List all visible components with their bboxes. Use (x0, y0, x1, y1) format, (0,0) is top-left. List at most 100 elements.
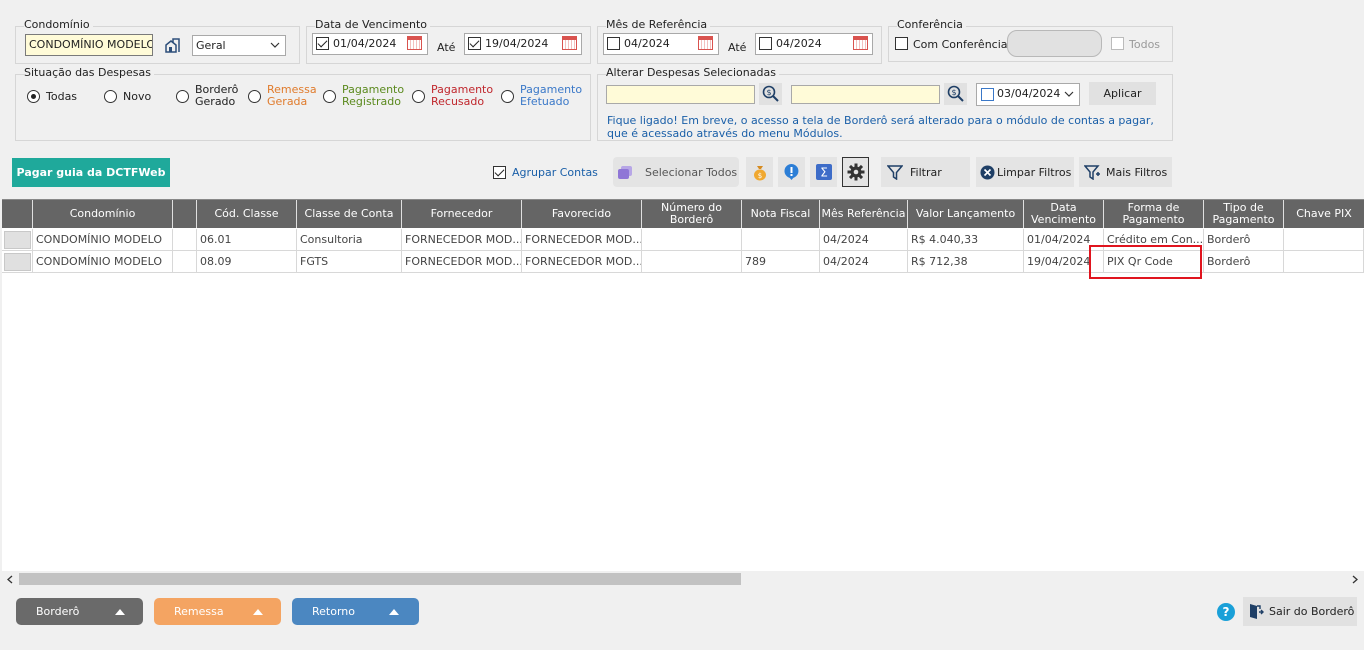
table-cell-spacer[interactable] (173, 229, 197, 251)
tipo-select[interactable]: Geral (192, 35, 286, 56)
table-cell-nf[interactable] (742, 229, 820, 251)
pagar-dctfweb-button[interactable]: Pagar guia da DCTFWeb (12, 158, 170, 187)
table-cell-mes[interactable]: 04/2024 (820, 229, 908, 251)
money-bag-button[interactable]: $ (746, 157, 773, 187)
situacao-radio-label-line2: Gerado (195, 95, 236, 108)
money-bag-icon: $ (753, 166, 766, 181)
table-cell-tipo[interactable]: Borderô (1204, 251, 1284, 273)
table-cell-bordero[interactable] (642, 229, 742, 251)
table-cell-valor[interactable]: R$ 4.040,33 (908, 229, 1024, 251)
table-cell-fornecedor[interactable]: FORNECEDOR MOD... (402, 251, 522, 273)
referencia-label: Mês de Referência (606, 18, 711, 31)
horizontal-scrollbar[interactable] (2, 571, 1364, 587)
calendar-icon[interactable] (698, 36, 713, 50)
alterar-date-checkbox[interactable] (981, 88, 994, 101)
table-cell-condominio[interactable]: CONDOMÍNIO MODELO (33, 251, 173, 273)
search-money-button[interactable]: $ (759, 83, 782, 105)
situacao-radio-label-line1: Todas (46, 90, 78, 103)
table-cell-pix[interactable] (1284, 229, 1364, 251)
todos-label: Todos (1129, 38, 1161, 51)
sair-bordero-button[interactable]: Sair do Borderô (1243, 597, 1357, 626)
notice-text-1: Fique ligado! Em breve, o acesso a tela … (607, 114, 1154, 127)
table-cell-favorecido[interactable]: FORNECEDOR MOD... (522, 229, 642, 251)
grid-header-tipo-pagamento[interactable]: Tipo de Pagamento (1204, 200, 1284, 228)
grid-header-forma-pagamento[interactable]: Forma de Pagamento (1104, 200, 1204, 228)
table-cell-spacer[interactable] (173, 251, 197, 273)
situacao-radio[interactable] (176, 90, 189, 103)
table-cell-classe[interactable]: FGTS (297, 251, 402, 273)
remessa-menu-button[interactable]: Remessa (154, 598, 281, 625)
search-money-button[interactable]: $ (944, 83, 967, 105)
table-cell-classe[interactable]: Consultoria (297, 229, 402, 251)
agrupar-contas-checkbox[interactable] (493, 166, 506, 179)
table-cell-nf[interactable]: 789 (742, 251, 820, 273)
table-cell-cod[interactable]: 08.09 (197, 251, 297, 273)
grid-header-classe-conta[interactable]: Classe de Conta (297, 200, 402, 228)
grid-header-cod-classe[interactable]: Cód. Classe (197, 200, 297, 228)
referencia-from-checkbox[interactable] (607, 37, 620, 50)
grid-header-favorecido[interactable]: Favorecido (522, 200, 642, 228)
chevron-up-icon (115, 609, 125, 615)
calendar-icon[interactable] (853, 36, 868, 50)
sum-icon: Σ (815, 164, 832, 180)
todos-checkbox[interactable] (1111, 37, 1124, 50)
mais-filtros-button[interactable]: Mais Filtros (1079, 157, 1172, 187)
table-cell-pix[interactable] (1284, 251, 1364, 273)
table-cell-cod[interactable]: 06.01 (197, 229, 297, 251)
situacao-radio[interactable] (104, 90, 117, 103)
alterar-field-1[interactable] (606, 85, 755, 104)
bordero-menu-button[interactable]: Borderô (16, 598, 143, 625)
alterar-field-2[interactable] (791, 85, 940, 104)
table-cell-mes[interactable]: 04/2024 (820, 251, 908, 273)
sum-button[interactable]: Σ (810, 157, 837, 187)
remessa-menu-label: Remessa (174, 605, 224, 618)
conferencia-input[interactable] (1007, 30, 1102, 57)
situacao-radio-label: Pagamento Efetuado (520, 84, 582, 108)
referencia-to-checkbox[interactable] (759, 37, 772, 50)
retorno-menu-label: Retorno (312, 605, 355, 618)
grid-header-condominio[interactable]: Condomínio (33, 200, 173, 228)
grid-header-data-vencimento[interactable]: Data Vencimento (1024, 200, 1104, 228)
situacao-radio-label-line2: Registrado (342, 95, 401, 108)
alert-button[interactable] (778, 157, 805, 187)
com-conferencia-checkbox[interactable] (895, 37, 908, 50)
grid-header-chave-pix[interactable]: Chave PIX (1284, 200, 1364, 228)
situacao-radio[interactable] (412, 90, 425, 103)
scroll-right-icon[interactable] (1352, 575, 1358, 584)
grid-header-numero-bordero[interactable]: Número do Borderô (642, 200, 742, 228)
help-button[interactable]: ? (1217, 603, 1235, 621)
calendar-icon[interactable] (562, 36, 577, 50)
situacao-radio[interactable] (27, 90, 40, 103)
grid-header-nota-fiscal[interactable]: Nota Fiscal (742, 200, 820, 228)
grid-header-valor-lancamento[interactable]: Valor Lançamento (908, 200, 1024, 228)
situacao-radio[interactable] (323, 90, 336, 103)
table-cell-fornecedor[interactable]: FORNECEDOR MOD... (402, 229, 522, 251)
alert-icon (784, 164, 799, 180)
retorno-menu-button[interactable]: Retorno (292, 598, 419, 625)
settings-button[interactable] (842, 157, 869, 187)
scrollbar-thumb[interactable] (19, 573, 741, 585)
highlight-box (1089, 245, 1202, 279)
scroll-left-icon[interactable] (7, 575, 13, 584)
filtrar-button[interactable]: Filtrar (881, 157, 970, 187)
table-cell-condominio[interactable]: CONDOMÍNIO MODELO (33, 229, 173, 251)
limpar-filtros-button[interactable]: Limpar Filtros (976, 157, 1074, 187)
building-icon[interactable] (165, 37, 183, 53)
calendar-icon[interactable] (407, 36, 422, 50)
table-cell-favorecido[interactable]: FORNECEDOR MOD... (522, 251, 642, 273)
vencimento-to-checkbox[interactable] (468, 37, 481, 50)
grid-header-mes-referencia[interactable]: Mês Referência (820, 200, 908, 228)
grid-header-fornecedor[interactable]: Fornecedor (402, 200, 522, 228)
bordero-menu-label: Borderô (36, 605, 80, 618)
table-cell-valor[interactable]: R$ 712,38 (908, 251, 1024, 273)
situacao-radio[interactable] (248, 90, 261, 103)
close-circle-icon (980, 165, 995, 180)
selecionar-todos-button[interactable]: Selecionar Todos (613, 157, 739, 187)
vencimento-from-checkbox[interactable] (316, 37, 329, 50)
table-cell-bordero[interactable] (642, 251, 742, 273)
condominio-input[interactable]: CONDOMÍNIO MODELO (25, 34, 153, 56)
situacao-radio-label-line2: Efetuado (520, 95, 570, 108)
table-cell-tipo[interactable]: Borderô (1204, 229, 1284, 251)
aplicar-button[interactable]: Aplicar (1089, 82, 1156, 105)
situacao-radio[interactable] (501, 90, 514, 103)
